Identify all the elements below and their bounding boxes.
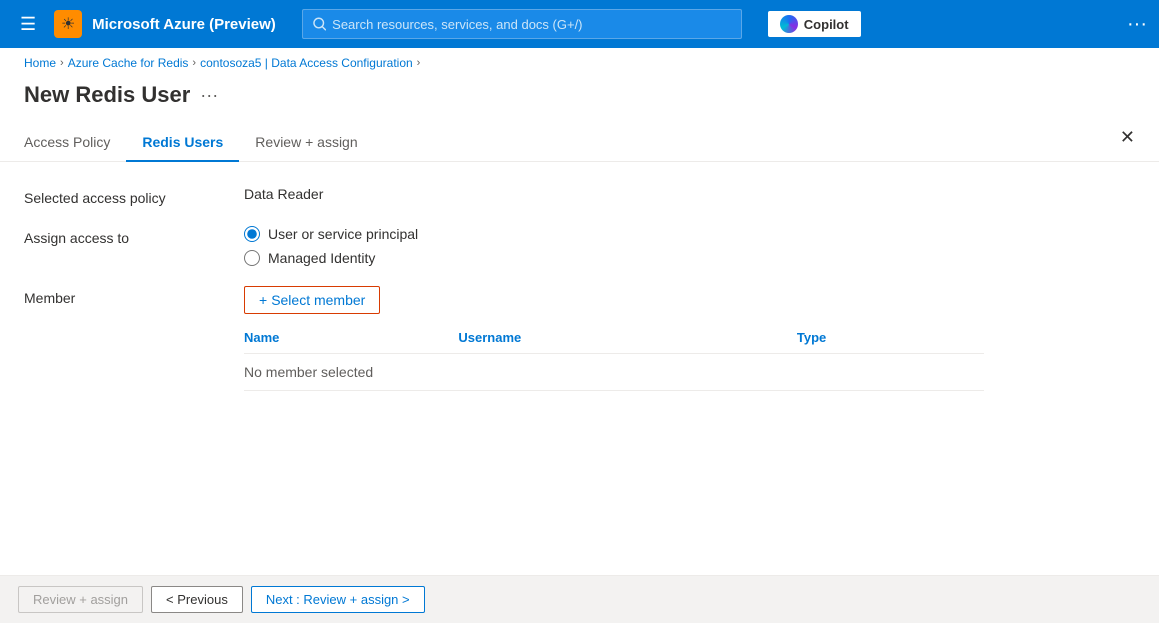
- form-area: Selected access policy Data Reader Assig…: [0, 186, 1159, 391]
- radio-user-service-input[interactable]: [244, 226, 260, 242]
- copilot-icon: [780, 15, 798, 33]
- select-member-button[interactable]: + Select member: [244, 286, 380, 314]
- no-member-message: No member selected: [244, 354, 984, 391]
- copilot-button[interactable]: Copilot: [768, 11, 861, 37]
- member-label: Member: [24, 286, 244, 306]
- radio-user-service-label: User or service principal: [268, 226, 418, 242]
- member-row: Member + Select member Name Username Typ…: [24, 286, 1135, 391]
- tab-access-policy[interactable]: Access Policy: [24, 124, 126, 162]
- assign-access-radio-group: User or service principal Managed Identi…: [244, 226, 1135, 266]
- page-more-icon[interactable]: ···: [200, 85, 218, 106]
- table-row-empty: No member selected: [244, 354, 984, 391]
- breadcrumb: Home › Azure Cache for Redis › contosoza…: [0, 48, 1159, 78]
- main-content: Home › Azure Cache for Redis › contosoza…: [0, 48, 1159, 623]
- select-member-label: Select member: [271, 292, 365, 308]
- topbar-more-icon[interactable]: ···: [1127, 13, 1147, 36]
- member-table-body: No member selected: [244, 354, 984, 391]
- breadcrumb-data-access[interactable]: contosoza5 | Data Access Configuration: [200, 56, 413, 70]
- tabs-container: Access Policy Redis Users Review + assig…: [0, 124, 1159, 162]
- bottom-bar: Review + assign < Previous Next : Review…: [0, 575, 1159, 623]
- assign-access-label: Assign access to: [24, 226, 244, 246]
- page-title: New Redis User: [24, 82, 190, 108]
- search-icon: [313, 17, 326, 31]
- selected-policy-value: Data Reader: [244, 182, 323, 202]
- member-table: Name Username Type No member selected: [244, 322, 984, 391]
- radio-managed-identity-label: Managed Identity: [268, 250, 375, 266]
- radio-managed-identity-input[interactable]: [244, 250, 260, 266]
- top-navigation-bar: ☰ ☀ Microsoft Azure (Preview) Copilot ··…: [0, 0, 1159, 48]
- tab-review-assign[interactable]: Review + assign: [239, 124, 373, 162]
- app-icon: ☀: [54, 10, 82, 38]
- col-username: Username: [458, 322, 796, 354]
- previous-button[interactable]: < Previous: [151, 586, 243, 613]
- search-bar[interactable]: [302, 9, 742, 39]
- select-member-plus-icon: +: [259, 292, 267, 308]
- assign-access-row: Assign access to User or service princip…: [24, 226, 1135, 266]
- app-title: Microsoft Azure (Preview): [92, 16, 276, 33]
- page-header: New Redis User ···: [0, 78, 1159, 124]
- hamburger-menu-icon[interactable]: ☰: [12, 6, 44, 43]
- next-button[interactable]: Next : Review + assign >: [251, 586, 425, 613]
- member-table-header: Name Username Type: [244, 322, 984, 354]
- col-name: Name: [244, 322, 458, 354]
- close-button[interactable]: ✕: [1120, 128, 1135, 146]
- selected-policy-row: Selected access policy Data Reader: [24, 186, 1135, 206]
- selected-policy-label: Selected access policy: [24, 186, 244, 206]
- tab-redis-users[interactable]: Redis Users: [126, 124, 239, 162]
- review-assign-button: Review + assign: [18, 586, 143, 613]
- radio-user-or-service-principal[interactable]: User or service principal: [244, 226, 1135, 242]
- breadcrumb-azure-cache[interactable]: Azure Cache for Redis: [68, 56, 189, 70]
- radio-managed-identity[interactable]: Managed Identity: [244, 250, 1135, 266]
- col-type: Type: [797, 322, 984, 354]
- breadcrumb-home[interactable]: Home: [24, 56, 56, 70]
- search-input[interactable]: [332, 17, 731, 32]
